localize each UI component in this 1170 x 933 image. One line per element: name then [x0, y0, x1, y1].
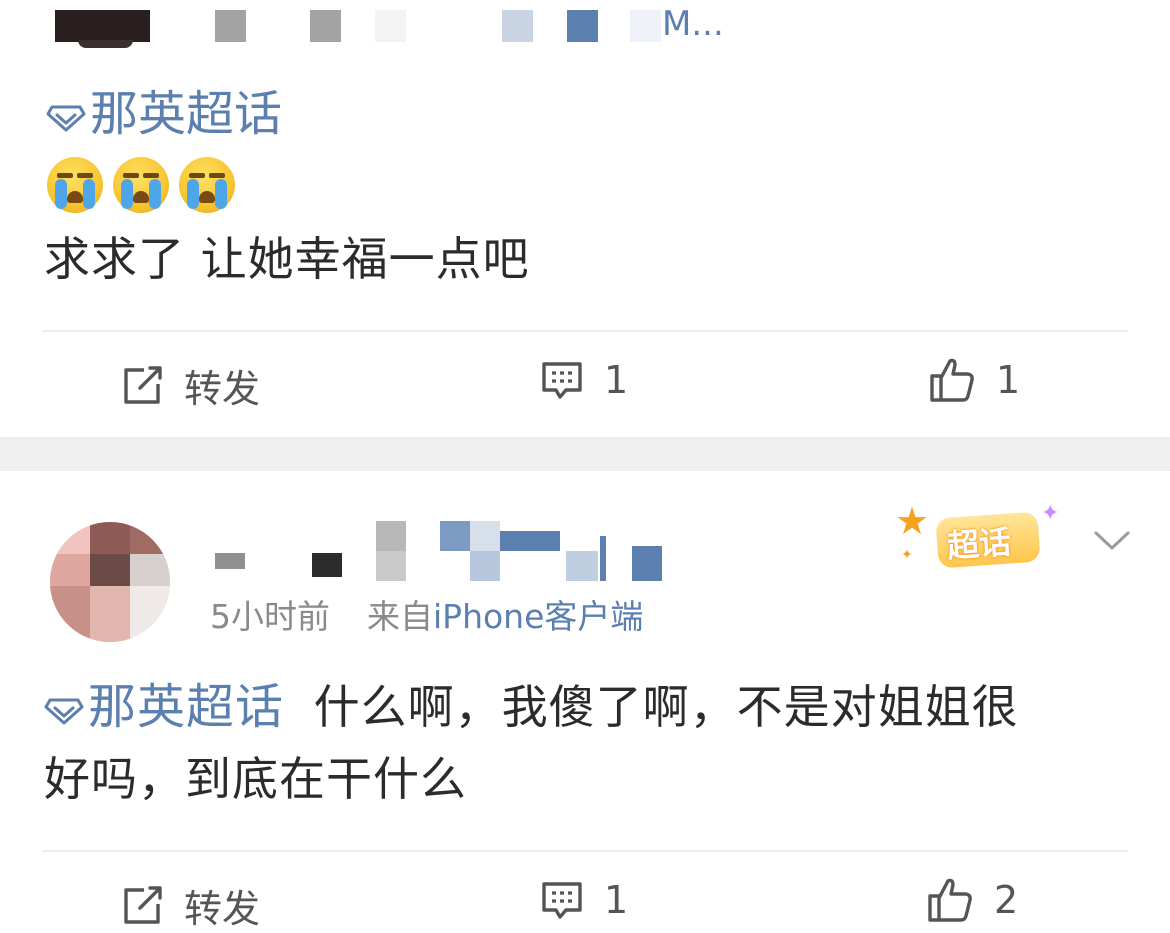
post-body: 那英超话 什么啊，我傻了啊，不是对姐姐很 [44, 676, 1124, 738]
diamond-icon [46, 91, 86, 143]
sparkle-icon: ✦ [1041, 501, 1060, 526]
badge-label: 超话 [945, 522, 1013, 566]
repost-icon [124, 885, 162, 924]
username-redacted-block[interactable] [630, 10, 661, 42]
avatar-redacted-edge [78, 40, 133, 48]
chevron-down-icon[interactable] [1092, 528, 1132, 554]
comment-button[interactable]: 1 [540, 878, 628, 922]
super-topic-badge[interactable]: ★ 超话 ✦ ✦ [895, 497, 1075, 577]
source-client[interactable]: iPhone客户端 [433, 597, 643, 636]
divider [42, 330, 1128, 332]
topic-link[interactable]: 那英超话 [46, 88, 282, 143]
username-redacted-block[interactable] [375, 10, 406, 42]
post-text: 求求了 让她幸福一点吧 [44, 232, 530, 286]
like-count: 1 [996, 358, 1021, 402]
source-prefix: 来自 [367, 597, 433, 636]
comment-count: 1 [604, 358, 629, 402]
comment-icon [542, 882, 582, 919]
username-redacted-block[interactable] [567, 10, 598, 42]
repost-button[interactable]: 转发 [120, 358, 260, 413]
post-text-line2: 好吗，到底在干什么 [44, 752, 467, 806]
crying-face-icon [47, 157, 103, 213]
username-redacted-block[interactable] [502, 10, 533, 42]
crying-face-icon [179, 157, 235, 213]
post-separator [0, 437, 1170, 471]
avatar-redacted[interactable] [55, 10, 150, 42]
username-redacted-block[interactable] [215, 10, 246, 42]
repost-label: 转发 [184, 887, 261, 931]
comment-button[interactable]: 1 [540, 358, 628, 402]
topic-link[interactable]: 那英超话 [44, 679, 284, 735]
post-meta: 5小时前 来自iPhone客户端 [210, 590, 643, 638]
post-text-line1: 什么啊，我傻了啊，不是对姐姐很 [313, 680, 1019, 734]
crying-face-icon [113, 157, 169, 213]
like-button[interactable]: 1 [928, 356, 1020, 404]
comment-icon [542, 362, 582, 399]
topic-label: 那英超话 [90, 86, 283, 142]
post-time: 5小时前 [210, 597, 330, 636]
divider [42, 850, 1128, 852]
repost-label: 转发 [184, 367, 261, 411]
like-count: 2 [994, 878, 1019, 922]
star-icon: ★ [895, 499, 930, 543]
thumbs-up-icon [928, 878, 972, 922]
sparkle-icon: ✦ [901, 547, 913, 563]
repost-icon [124, 365, 162, 404]
username-redacted-block[interactable] [310, 10, 341, 42]
topic-label: 那英超话 [88, 679, 285, 735]
repost-button[interactable]: 转发 [120, 878, 260, 933]
comment-count: 1 [604, 878, 629, 922]
like-button[interactable]: 2 [926, 876, 1018, 924]
username-fragment[interactable]: M... [662, 4, 724, 44]
diamond-icon [44, 684, 84, 736]
thumbs-up-icon [930, 358, 974, 402]
avatar[interactable] [50, 522, 170, 642]
